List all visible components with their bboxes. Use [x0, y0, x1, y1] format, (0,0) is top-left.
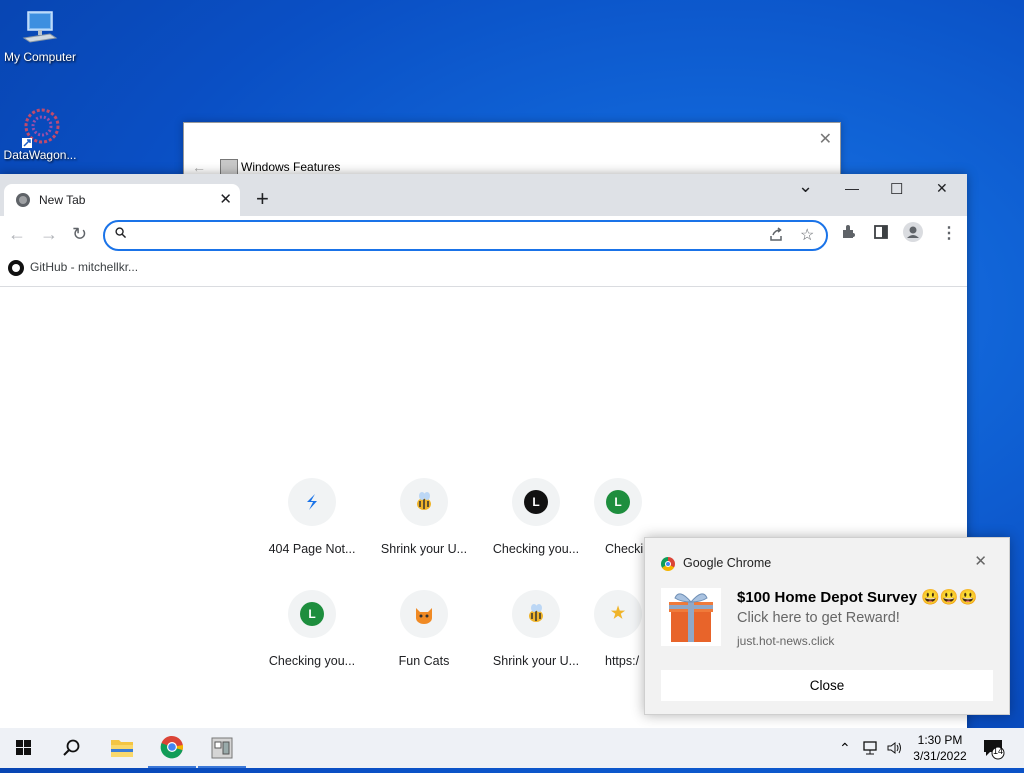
back-button[interactable]: ← — [8, 225, 26, 243]
shortcut-label: Shrink your U... — [380, 542, 468, 556]
folder-icon — [111, 740, 133, 757]
tab-search-button[interactable]: ⌄ — [798, 176, 813, 197]
shortcut-favicon: L — [594, 478, 642, 526]
windows-features-icon — [211, 737, 233, 759]
windows-features-taskbar-button[interactable] — [198, 728, 246, 768]
globe-icon — [16, 193, 30, 207]
close-window-button[interactable]: ✕ — [936, 180, 948, 197]
shortcut-tile[interactable]: Shrink your U... — [480, 590, 592, 690]
extensions-icon[interactable] — [841, 224, 857, 244]
file-explorer-button[interactable] — [98, 728, 146, 768]
shortcut-label: Checking you... — [492, 542, 580, 556]
shortcut-favicon: L — [288, 590, 336, 638]
shortcut-favicon — [512, 590, 560, 638]
notification-count-badge: 14 — [993, 746, 1004, 756]
share-icon[interactable] — [768, 226, 784, 246]
shortcut-label: Checki — [605, 542, 644, 556]
shortcut-tile[interactable]: ★ https:/ — [592, 590, 644, 690]
taskbar: ⌃ 1:30 PM 3/31/2022 14 — [0, 728, 1024, 768]
shortcut-favicon: ★ — [594, 590, 642, 638]
close-icon[interactable]: ✕ — [819, 129, 832, 149]
computer-icon — [20, 8, 60, 48]
network-icon[interactable] — [862, 740, 880, 759]
tab-new-tab[interactable]: New Tab ✕ — [4, 184, 240, 216]
shortcut-tile[interactable]: Fun Cats — [368, 590, 480, 690]
dialog-title: Windows Features — [241, 160, 341, 174]
forward-button[interactable]: → — [40, 225, 58, 243]
bee-icon — [417, 492, 431, 510]
system-clock[interactable]: 1:30 PM 3/31/2022 — [908, 732, 972, 764]
shortcut-favicon: L — [512, 478, 560, 526]
shortcut-label: Fun Cats — [398, 654, 450, 668]
address-bar[interactable]: ☆ — [103, 220, 828, 251]
tab-label: New Tab — [39, 193, 86, 207]
notification-body: Click here to get Reward! — [737, 610, 900, 626]
shortcut-label: https:/ — [605, 654, 640, 668]
shortcut-tile[interactable]: L Checki — [592, 478, 644, 578]
action-center-icon[interactable]: 14 — [982, 738, 1006, 763]
tab-close-icon[interactable]: ✕ — [219, 190, 232, 208]
reload-button[interactable]: ↻ — [72, 225, 87, 243]
gift-icon — [661, 588, 721, 646]
notification-source: just.hot-news.click — [737, 634, 835, 648]
bookmarks-bar: GitHub - mitchellkr... — [0, 254, 967, 287]
toolbar: ← → ↻ ☆ ⋮ — [0, 216, 967, 254]
chrome-icon — [160, 735, 184, 759]
profile-avatar-icon[interactable] — [903, 222, 923, 246]
notification-title: $100 Home Depot Survey 😃😃😃 — [737, 589, 978, 606]
maximize-button[interactable]: ☐ — [890, 180, 903, 198]
address-input[interactable] — [135, 226, 759, 247]
shortcut-favicon — [400, 478, 448, 526]
letter-l-icon: L — [524, 490, 548, 514]
show-hidden-icons-chevron[interactable]: ⌃ — [839, 740, 851, 757]
search-button[interactable] — [48, 728, 96, 768]
tab-strip: New Tab ✕ + ⌄ — ☐ ✕ — [0, 174, 967, 216]
desktop-icon-datawagon[interactable]: DataWagon... — [0, 106, 80, 162]
clock-date: 3/31/2022 — [913, 749, 967, 763]
shortcut-tile[interactable]: L Checking you... — [480, 478, 592, 578]
shortcut-label: 404 Page Not... — [268, 542, 356, 556]
notification-close-button[interactable]: Close — [661, 670, 993, 701]
chrome-icon — [661, 557, 675, 571]
new-tab-button[interactable]: + — [256, 188, 269, 210]
back-arrow-icon[interactable]: ← — [192, 159, 206, 175]
shortcut-label: Checking you... — [268, 654, 356, 668]
bookmark-github[interactable]: GitHub - mitchellkr... — [8, 260, 138, 276]
desktop-icon-label: My Computer — [3, 50, 77, 64]
datawagon-icon — [20, 106, 60, 148]
letter-l-icon: L — [300, 602, 324, 626]
star-icon: ★ — [610, 605, 626, 622]
shortcut-favicon — [288, 478, 336, 526]
start-button[interactable] — [0, 728, 48, 768]
shortcut-tile[interactable]: Shrink your U... — [368, 478, 480, 578]
cat-icon — [416, 608, 432, 624]
chrome-taskbar-button[interactable] — [148, 728, 196, 768]
notification-close-icon[interactable]: ✕ — [974, 552, 987, 570]
side-panel-icon[interactable] — [873, 224, 889, 244]
clock-time: 1:30 PM — [917, 733, 963, 747]
shortcut-tile[interactable]: 404 Page Not... — [256, 478, 368, 578]
letter-l-icon: L — [606, 490, 630, 514]
menu-kebab-icon[interactable]: ⋮ — [941, 223, 957, 243]
shortcut-favicon — [400, 590, 448, 638]
shortcut-tile[interactable]: L Checking you... — [256, 590, 368, 690]
shortcut-label: Shrink your U... — [492, 654, 580, 668]
bookmark-label: GitHub - mitchellkr... — [30, 260, 139, 275]
github-icon — [8, 260, 24, 276]
search-icon — [115, 227, 126, 238]
s-logo-icon — [307, 494, 317, 510]
search-icon — [63, 739, 80, 756]
desktop-icon-label: DataWagon... — [3, 148, 77, 162]
bookmark-star-icon[interactable]: ☆ — [800, 225, 814, 245]
desktop-icon-my-computer[interactable]: My Computer — [0, 8, 80, 64]
notification-app-name: Google Chrome — [683, 556, 772, 570]
volume-icon[interactable] — [886, 740, 904, 759]
minimize-button[interactable]: — — [845, 180, 859, 196]
chrome-notification[interactable]: Google Chrome ✕ $100 Home Depot Survey 😃… — [644, 537, 1010, 715]
windows-logo-icon — [16, 740, 31, 755]
bee-icon — [529, 604, 543, 622]
